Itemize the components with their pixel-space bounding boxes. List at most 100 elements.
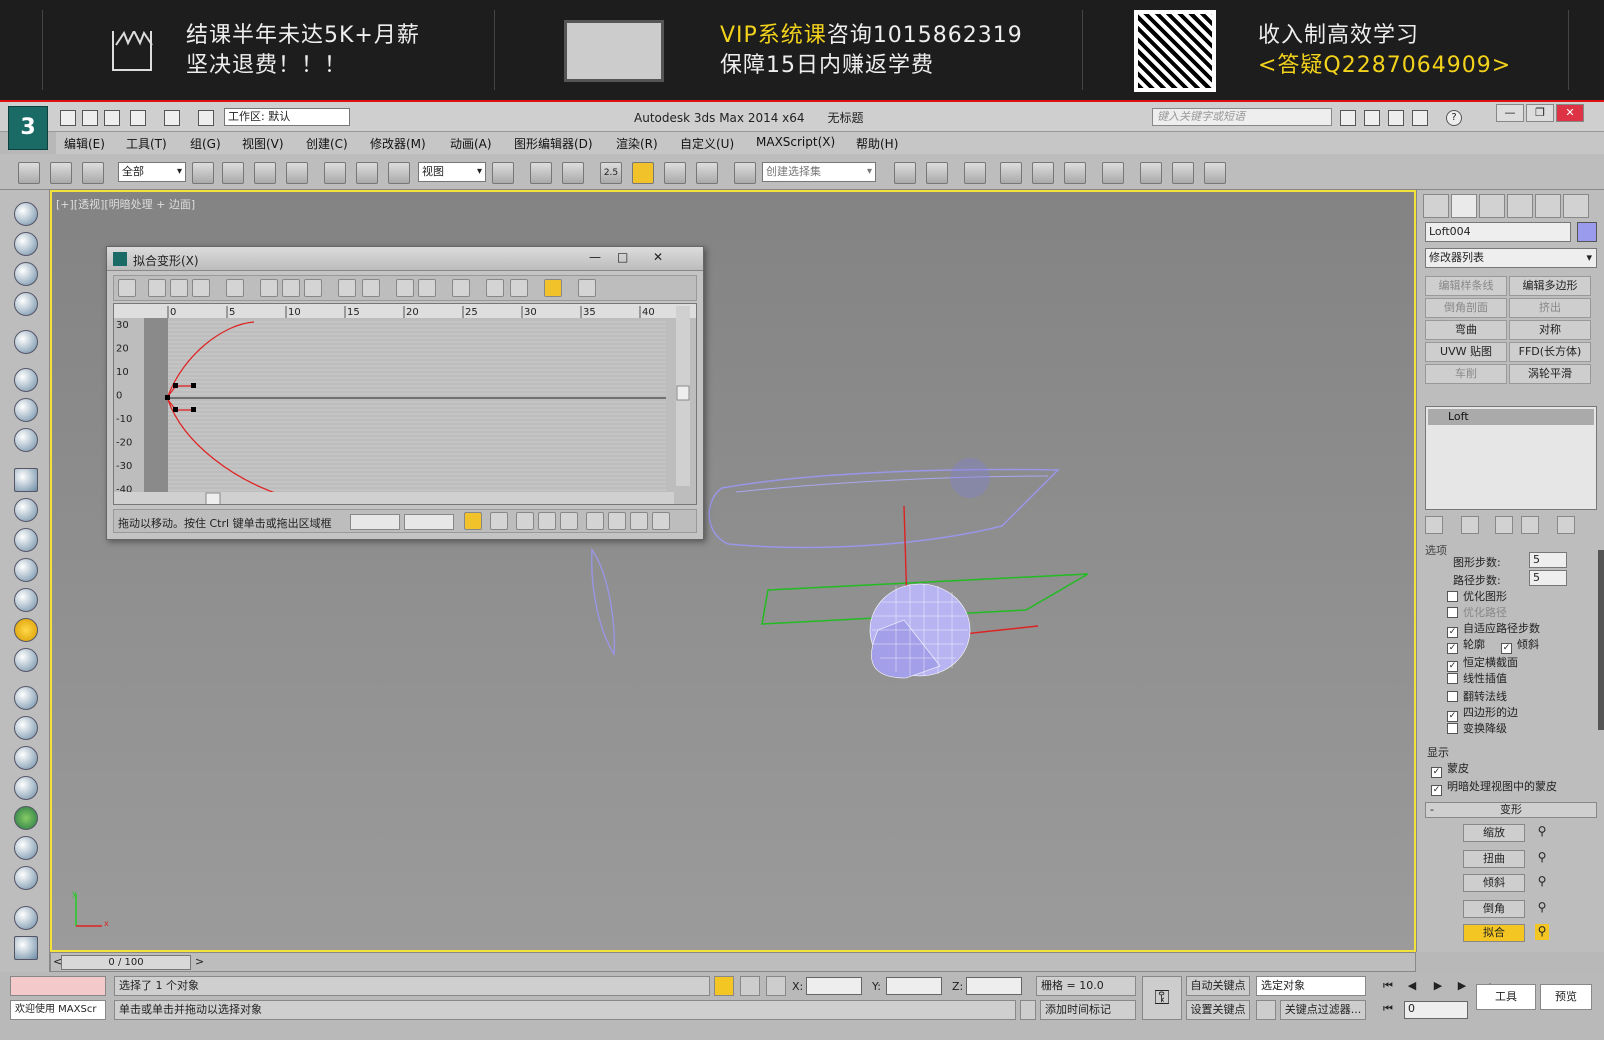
deform-twist-button[interactable]: 扭曲 [1463,850,1525,868]
insert-corner-point-icon[interactable] [304,279,322,297]
favorites-star-icon[interactable] [1412,110,1428,126]
link-icon[interactable] [18,162,40,184]
sphere-icon[interactable] [14,498,38,522]
key-icon[interactable]: ⚿ [1142,976,1182,1020]
display-tab-icon[interactable] [1535,194,1561,218]
zoom-icon[interactable] [630,512,648,530]
menu-animation[interactable]: 动画(A) [450,135,492,152]
zoom-extents-icon[interactable] [516,512,534,530]
modifier-list-select[interactable]: 修改器列表 [1425,248,1597,268]
display-y-axis-icon[interactable] [170,279,188,297]
opt-optimize-path[interactable]: 优化路径 [1447,604,1507,620]
schematic-view-icon[interactable] [1064,162,1086,184]
bevel-bulb-icon[interactable]: ⚲ [1535,900,1549,916]
previous-frame-icon[interactable]: ◀ [1402,977,1422,995]
create-tab-icon[interactable] [1423,194,1449,218]
opt-transform-degrade[interactable]: 变换降级 [1447,720,1507,736]
viewport-tool-icon-1[interactable] [14,202,38,226]
select-object-icon[interactable] [192,162,214,184]
key-filters-button[interactable]: 关键点过滤器... [1280,1000,1366,1020]
edit-named-selection-icon[interactable] [734,162,756,184]
object-color-swatch[interactable] [1577,222,1597,242]
teapot-icon[interactable] [14,558,38,582]
deform-fit-button[interactable]: 拟合 [1463,924,1525,942]
new-file-icon[interactable] [60,110,76,126]
menu-group[interactable]: 组(G) [190,135,221,152]
space-warp-icon[interactable] [14,776,38,800]
globe-icon[interactable] [14,906,38,930]
zoom-horizontal-extents-icon[interactable] [538,512,556,530]
configure-sets-icon[interactable] [1557,516,1575,534]
hierarchy-tab-icon[interactable] [1479,194,1505,218]
make-unique-icon[interactable] [1495,516,1513,534]
fit-bulb-icon[interactable]: ⚲ [1535,924,1549,940]
project-folder-icon[interactable] [198,110,214,126]
mod-btn-edit-spline[interactable]: 编辑样条线 [1425,276,1507,296]
redo-icon[interactable] [164,110,180,126]
mirror-vertical-icon[interactable] [362,279,380,297]
deform-scale-button[interactable]: 缩放 [1463,824,1525,842]
material-editor-icon[interactable] [1102,162,1124,184]
percent-snap-icon[interactable] [664,162,686,184]
mod-btn-edit-poly[interactable]: 编辑多边形 [1509,276,1591,296]
align-icon[interactable] [926,162,948,184]
display-skin[interactable]: ✓ 蒙皮 [1431,760,1469,778]
key-tangent-icon[interactable] [1256,1000,1276,1020]
viewport-tool-icon-3[interactable] [14,262,38,286]
command-panel-scrollbar[interactable] [1598,550,1604,730]
mod-btn-symmetry[interactable]: 对称 [1509,320,1591,340]
mod-btn-lathe[interactable]: 车削 [1425,364,1507,384]
snap-toggle-icon[interactable]: 2.5 [600,162,622,184]
workspace-select[interactable]: 工作区: 默认 [224,108,350,126]
named-selection-select[interactable]: 创建选择集 [762,162,876,182]
mod-btn-bevel-profile[interactable]: 倒角剖面 [1425,298,1507,318]
shape-steps-input[interactable]: 5 [1529,552,1567,568]
select-by-name-icon[interactable] [222,162,244,184]
display-x-axis-icon[interactable] [148,279,166,297]
close-button[interactable]: ✕ [1556,104,1584,122]
opt-optimize-shape[interactable]: 优化图形 [1447,588,1507,604]
menu-customize[interactable]: 自定义(U) [680,135,734,152]
layer-manager-icon[interactable] [964,162,986,184]
point-y-field[interactable] [404,514,454,530]
selection-filter-select[interactable]: 全部 [118,162,186,182]
mod-btn-ffd-box[interactable]: FFD(长方体) [1509,342,1591,362]
deform-bevel-button[interactable]: 倒角 [1463,900,1525,918]
modify-tab-icon[interactable] [1451,194,1477,218]
object-name-input[interactable]: Loft004 [1425,222,1571,242]
dialog-maximize-icon[interactable]: □ [617,250,628,264]
teeter-bulb-icon[interactable]: ⚲ [1535,874,1549,890]
isolate-bulb-icon[interactable] [714,976,734,996]
time-slider[interactable]: 0 / 100 [61,955,191,970]
delete-curve-icon[interactable] [510,279,528,297]
open-file-icon[interactable] [82,110,98,126]
add-time-tag[interactable]: 添加时间标记 [1040,1000,1136,1020]
zoom-region-icon[interactable] [652,512,670,530]
geosphere-icon[interactable] [14,528,38,552]
current-frame-input[interactable]: 0 [1404,1001,1468,1019]
binoculars-icon[interactable] [1340,110,1356,126]
stack-item-loft[interactable]: Loft [1428,409,1594,425]
sun-light-icon[interactable] [14,618,38,642]
z-coord-input[interactable] [966,977,1022,995]
dialog-title-bar[interactable]: 拟合变形(X) — □ ✕ [107,247,703,271]
utilities-tab-icon[interactable] [1563,194,1589,218]
mod-btn-extrude[interactable]: 挤出 [1509,298,1591,318]
menu-maxscript[interactable]: MAXScript(X) [756,135,835,149]
swap-curves-icon[interactable] [226,279,244,297]
delete-control-point-icon[interactable] [452,279,470,297]
scale-bulb-icon[interactable]: ⚲ [1535,824,1549,840]
rotate-cw-icon[interactable] [418,279,436,297]
zoom-vertical-extents-icon[interactable] [560,512,578,530]
menu-create[interactable]: 创建(C) [306,135,348,152]
menu-help[interactable]: 帮助(H) [856,135,898,152]
key-mode-select[interactable]: 选定对象 [1256,976,1366,996]
reference-coord-select[interactable]: 视图 [418,162,486,182]
scale-icon[interactable] [388,162,410,184]
grid-icon[interactable] [14,936,38,960]
window-crossing-icon[interactable] [286,162,308,184]
angle-snap-icon[interactable] [632,162,654,184]
show-end-result-icon[interactable] [1461,516,1479,534]
particle-icon[interactable] [14,716,38,740]
opt-flip-normals[interactable]: 翻转法线 [1447,688,1507,704]
